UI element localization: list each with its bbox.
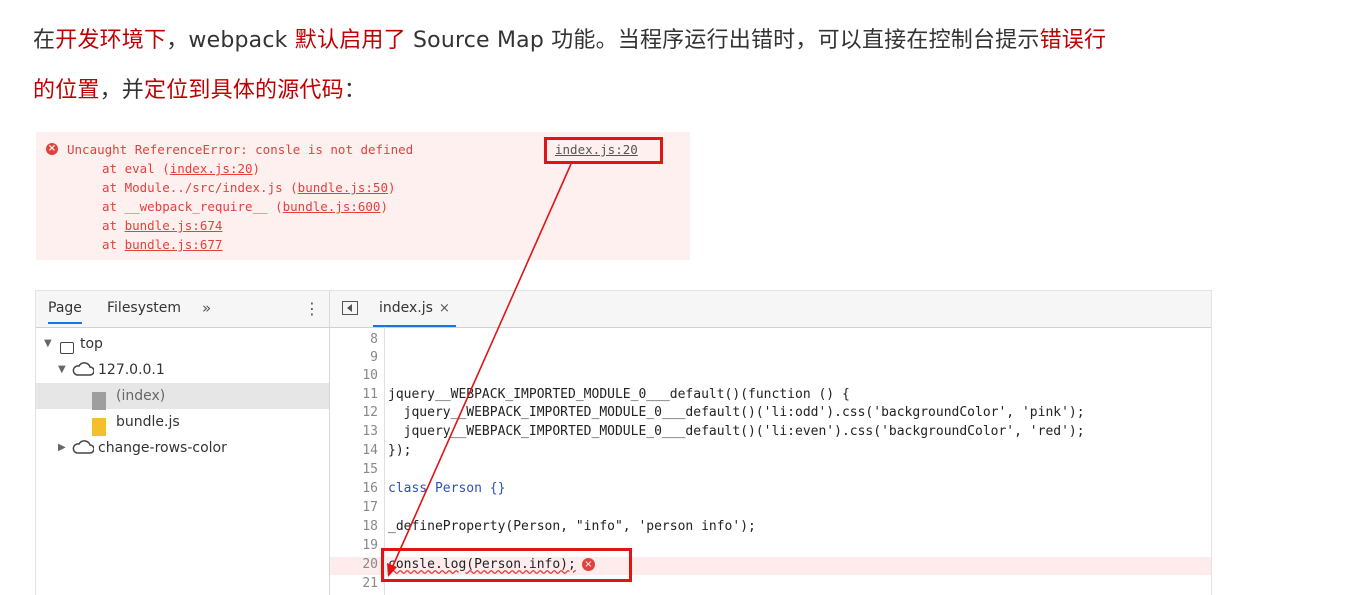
stack-link[interactable]: bundle.js:600 (283, 199, 381, 214)
stack-link[interactable]: bundle.js:674 (125, 218, 223, 233)
line-number[interactable]: 18 (344, 519, 378, 534)
file-icon (92, 392, 106, 410)
code-line: 16 class Person {} (330, 481, 1211, 499)
kebab-menu-icon[interactable]: ⋮ (304, 299, 320, 318)
line-number[interactable]: 16 (344, 481, 378, 496)
toggle-navigator-icon[interactable] (342, 301, 358, 315)
stack-frame: at __webpack_require__ (bundle.js:600) (102, 199, 388, 214)
annotation-box-error-line (381, 548, 632, 582)
stack-link[interactable]: bundle.js:677 (125, 237, 223, 252)
js-file-icon (92, 418, 106, 436)
code-line: 12 jquery__WEBPACK_IMPORTED_MODULE_0___d… (330, 405, 1211, 423)
more-tabs-icon[interactable]: » (202, 299, 211, 317)
stack-frame: at eval (index.js:20) (102, 161, 261, 176)
tree-item-label: change-rows-color (98, 440, 227, 456)
tree-item-index[interactable]: (index) (36, 383, 329, 410)
stack-frame: at Module../src/index.js (bundle.js:50) (102, 180, 396, 195)
tree-item-label: (index) (116, 388, 166, 404)
expanded-arrow-icon[interactable]: ▼ (44, 338, 52, 349)
code-line: 17 (330, 500, 1211, 518)
code-line: 15 (330, 462, 1211, 480)
expanded-arrow-icon[interactable]: ▼ (58, 364, 66, 375)
intro-line-1: 在开发环境下，webpack 默认启用了 Source Map 功能。当程序运行… (33, 22, 1106, 54)
line-number[interactable]: 19 (344, 538, 378, 553)
code-line: 18 _defineProperty(Person, "info", 'perso… (330, 519, 1211, 537)
line-number[interactable]: 13 (344, 424, 378, 439)
line-number[interactable]: 15 (344, 462, 378, 477)
stack-link[interactable]: index.js:20 (170, 161, 253, 176)
code-line: 11 jquery__WEBPACK_IMPORTED_MODULE_0___de… (330, 387, 1211, 405)
line-number[interactable]: 9 (344, 350, 378, 365)
editor-tab-label: index.js (379, 300, 433, 316)
code-line: 13 jquery__WEBPACK_IMPORTED_MODULE_0___d… (330, 424, 1211, 442)
stack-link[interactable]: bundle.js:50 (298, 180, 388, 195)
line-number[interactable]: 21 (344, 576, 378, 591)
line-number[interactable]: 10 (344, 368, 378, 383)
line-number[interactable]: 8 (344, 332, 378, 347)
line-number[interactable]: 12 (344, 405, 378, 420)
tab-filesystem[interactable]: Filesystem (107, 300, 181, 316)
close-icon[interactable]: × (439, 301, 450, 316)
console-error-message: Uncaught ReferenceError: consle is not d… (67, 142, 414, 157)
intro-text: ，webpack (166, 28, 295, 53)
intro-highlight: 定位到具体的源代码 (144, 78, 344, 103)
tab-page[interactable]: Page (48, 300, 82, 324)
tree-item-label: bundle.js (116, 414, 180, 430)
line-number[interactable]: 20 (344, 557, 378, 572)
code-line: 14}); (330, 443, 1211, 461)
navigator-tab-bar: Page Filesystem » ⋮ (36, 291, 329, 328)
tree-item-label: 127.0.0.1 (98, 362, 165, 378)
intro-text: ，并 (99, 78, 145, 103)
tree-item-top[interactable]: ▼ top (36, 331, 329, 357)
intro-text: ： (343, 78, 367, 103)
stack-frame: at bundle.js:674 (102, 218, 223, 233)
cloud-icon (72, 362, 94, 380)
intro-highlight: 的位置 (33, 78, 100, 103)
tree-item-label: top (80, 336, 103, 352)
intro-highlight: 开发环境下 (55, 28, 167, 53)
frame-icon (60, 342, 74, 354)
line-number[interactable]: 11 (344, 387, 378, 402)
tree-item-bundle[interactable]: bundle.js (36, 409, 329, 436)
collapsed-arrow-icon[interactable]: ▶ (58, 442, 66, 453)
tree-item-extension[interactable]: ▶ change-rows-color (36, 435, 329, 461)
tab-index-js[interactable]: index.js × (373, 291, 456, 327)
code-line: 10 (330, 368, 1211, 386)
intro-text: 在 (33, 28, 56, 53)
line-number[interactable]: 14 (344, 443, 378, 458)
code-line: 8 (330, 332, 1211, 350)
stack-frame: at bundle.js:677 (102, 237, 223, 252)
tree-item-host[interactable]: ▼ 127.0.0.1 (36, 357, 329, 383)
navigator-pane: Page Filesystem » ⋮ ▼ top ▼ 127.0.0.1 (i… (36, 291, 330, 595)
intro-text: Source Map 功能。当程序运行出错时，可以直接在控制台提示 (405, 28, 1040, 53)
cloud-icon (72, 440, 94, 458)
line-number[interactable]: 17 (344, 500, 378, 515)
error-icon: × (46, 143, 58, 155)
annotation-box-source-link (544, 137, 663, 164)
intro-highlight: 错误行 (1039, 28, 1107, 53)
intro-line-2: 的位置，并定位到具体的源代码： (33, 72, 366, 104)
code-line: 9 (330, 350, 1211, 368)
editor-tab-bar: index.js × (330, 291, 1211, 328)
intro-highlight: 默认启用了 (294, 28, 406, 53)
